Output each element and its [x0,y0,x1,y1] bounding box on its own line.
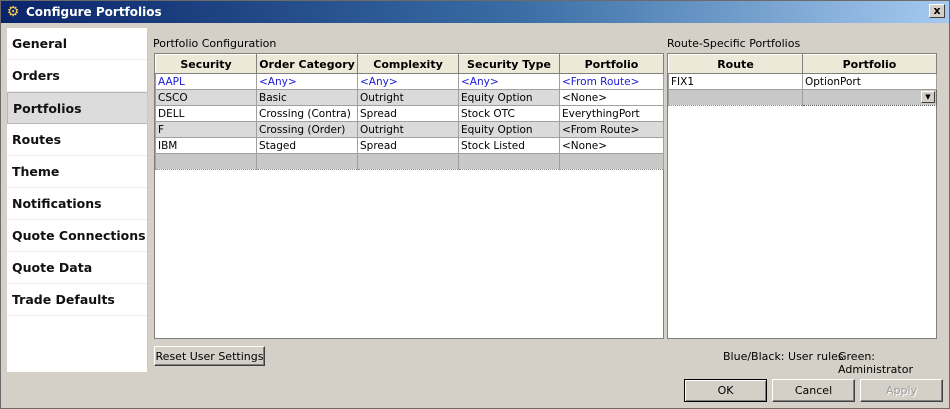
cancel-button[interactable]: Cancel [772,379,855,402]
column-header-security[interactable]: Security [155,54,257,74]
cell-empty[interactable] [357,153,459,170]
sidebar-item-quote-connections[interactable]: Quote Connections [7,220,147,252]
title-bar[interactable]: ⚙ Configure Portfolios x [1,1,949,23]
cell-security[interactable]: CSCO [155,89,257,106]
new-row[interactable]: ▼ [668,89,937,106]
cell-complexity[interactable]: <Any> [357,73,459,90]
sidebar-item-trade-defaults[interactable]: Trade Defaults [7,284,147,316]
cell-order-category[interactable]: <Any> [256,73,358,90]
portfolio-configuration-label: Portfolio Configuration [153,37,277,50]
sidebar-item-orders[interactable]: Orders [7,60,147,92]
apply-button[interactable]: Apply [860,379,943,402]
column-header-portfolio[interactable]: Portfolio [559,54,664,74]
chevron-down-icon[interactable]: ▼ [921,91,935,103]
cell-portfolio[interactable]: <From Route> [559,73,664,90]
cell-portfolio[interactable]: <None> [559,137,664,154]
sidebar-item-routes[interactable]: Routes [7,124,147,156]
cell-security[interactable]: IBM [155,137,257,154]
table-row[interactable]: F Crossing (Order) Outright Equity Optio… [155,121,664,138]
reset-user-settings-button[interactable]: Reset User Settings [154,346,265,366]
cell-security-type[interactable]: <Any> [458,73,560,90]
cell-security[interactable]: DELL [155,105,257,122]
table-row[interactable]: AAPL <Any> <Any> <Any> <From Route> [155,73,664,90]
cell-empty[interactable] [668,89,803,106]
column-header-order-category[interactable]: Order Category [256,54,358,74]
window-title: Configure Portfolios [26,5,162,19]
column-header-portfolio[interactable]: Portfolio [802,54,937,74]
table-row[interactable]: FIX1 OptionPort [668,73,937,90]
ok-button[interactable]: OK [684,379,767,402]
sidebar-item-general[interactable]: General [7,28,147,60]
cell-portfolio[interactable]: OptionPort [802,73,937,90]
sidebar-item-notifications[interactable]: Notifications [7,188,147,220]
column-header-route[interactable]: Route [668,54,803,74]
gear-icon: ⚙ [6,4,20,20]
cell-order-category[interactable]: Basic [256,89,358,106]
portfolio-dropdown[interactable]: ▼ [802,89,937,106]
cell-empty[interactable] [559,153,664,170]
content-pane: Portfolio Configuration Security Order C… [148,28,944,376]
sidebar-item-quote-data[interactable]: Quote Data [7,252,147,284]
column-header-security-type[interactable]: Security Type [458,54,560,74]
sidebar-item-theme[interactable]: Theme [7,156,147,188]
cell-portfolio[interactable]: <From Route> [559,121,664,138]
close-button[interactable]: x [929,4,945,18]
cell-security[interactable]: AAPL [155,73,257,90]
portfolio-configuration-grid[interactable]: Security Order Category Complexity Secur… [154,53,664,339]
sidebar-item-portfolios[interactable]: Portfolios [7,92,147,124]
configure-portfolios-window: ⚙ Configure Portfolios x General Orders … [0,0,950,409]
cell-security-type[interactable]: Equity Option [458,89,560,106]
cell-portfolio[interactable]: EverythingPort [559,105,664,122]
new-row[interactable] [155,153,664,170]
cell-empty[interactable] [256,153,358,170]
route-specific-portfolios-label: Route-Specific Portfolios [667,37,801,50]
cell-empty[interactable] [155,153,257,170]
grid-header-row: Route Portfolio [668,54,937,74]
cell-complexity[interactable]: Spread [357,137,459,154]
cell-order-category[interactable]: Crossing (Contra) [256,105,358,122]
cell-empty[interactable] [458,153,560,170]
cell-security-type[interactable]: Equity Option [458,121,560,138]
cell-order-category[interactable]: Staged [256,137,358,154]
sidebar: General Orders Portfolios Routes Theme N… [7,28,148,372]
cell-portfolio[interactable]: <None> [559,89,664,106]
table-row[interactable]: IBM Staged Spread Stock Listed <None> [155,137,664,154]
route-specific-portfolios-grid[interactable]: Route Portfolio FIX1 OptionPort ▼ [667,53,937,339]
cell-route[interactable]: FIX1 [668,73,803,90]
table-row[interactable]: CSCO Basic Outright Equity Option <None> [155,89,664,106]
table-row[interactable]: DELL Crossing (Contra) Spread Stock OTC … [155,105,664,122]
cell-complexity[interactable]: Spread [357,105,459,122]
legend-administrator: Green: Administrator [838,350,913,376]
cell-complexity[interactable]: Outright [357,121,459,138]
legend-user-rules: Blue/Black: User rules [723,350,844,363]
cell-order-category[interactable]: Crossing (Order) [256,121,358,138]
cell-security[interactable]: F [155,121,257,138]
cell-security-type[interactable]: Stock Listed [458,137,560,154]
column-header-complexity[interactable]: Complexity [357,54,459,74]
grid-header-row: Security Order Category Complexity Secur… [155,54,664,74]
cell-security-type[interactable]: Stock OTC [458,105,560,122]
cell-complexity[interactable]: Outright [357,89,459,106]
